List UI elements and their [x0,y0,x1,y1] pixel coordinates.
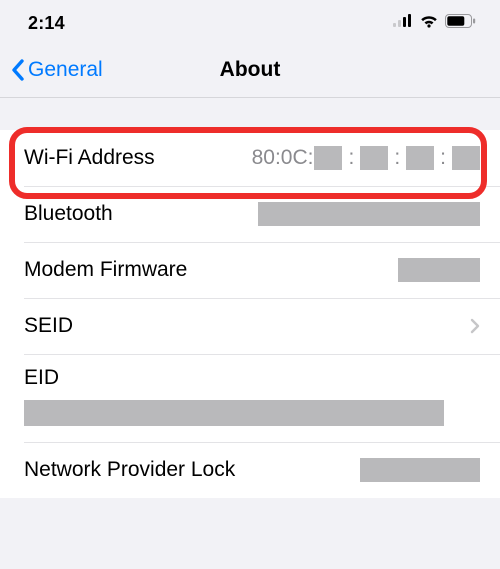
settings-list: Wi-Fi Address 80:0C:::: Bluetooth Modem … [0,130,500,498]
row-label: SEID [24,314,73,338]
row-wifi-address[interactable]: Wi-Fi Address 80:0C:::: [0,130,500,186]
back-label: General [28,58,103,82]
row-value [258,202,480,226]
row-value [360,458,480,482]
wifi-address-partial: 80:0C: [252,146,314,170]
row-network-provider-lock[interactable]: Network Provider Lock [0,442,500,498]
redacted-block [398,258,480,282]
row-modem-firmware[interactable]: Modem Firmware [0,242,500,298]
colon-sep: : [394,146,400,170]
row-value [398,258,480,282]
row-label: Network Provider Lock [24,458,235,482]
chevron-left-icon [10,58,26,82]
battery-icon [445,14,476,33]
nav-bar: General About [0,42,500,98]
row-eid[interactable]: EID [0,354,500,442]
redacted-block [24,400,444,426]
row-label: Modem Firmware [24,258,187,282]
row-seid[interactable]: SEID [0,298,500,354]
status-time: 2:14 [28,13,65,34]
colon-sep: : [440,146,446,170]
back-button[interactable]: General [10,58,103,82]
page-title: About [220,58,281,82]
colon-sep: : [348,146,354,170]
row-bluetooth[interactable]: Bluetooth [0,186,500,242]
row-label: EID [24,366,59,390]
wifi-icon [419,14,439,33]
status-indicators [393,14,476,33]
row-value: 80:0C:::: [252,146,480,170]
redacted-block [360,146,388,170]
redacted-block [360,458,480,482]
redacted-block [314,146,342,170]
row-label: Wi-Fi Address [24,146,155,170]
cellular-icon [393,14,413,32]
status-bar: 2:14 [0,0,500,42]
redacted-block [258,202,480,226]
redacted-block [452,146,480,170]
redacted-block [406,146,434,170]
disclosure-icon [470,318,480,334]
row-label: Bluetooth [24,202,113,226]
